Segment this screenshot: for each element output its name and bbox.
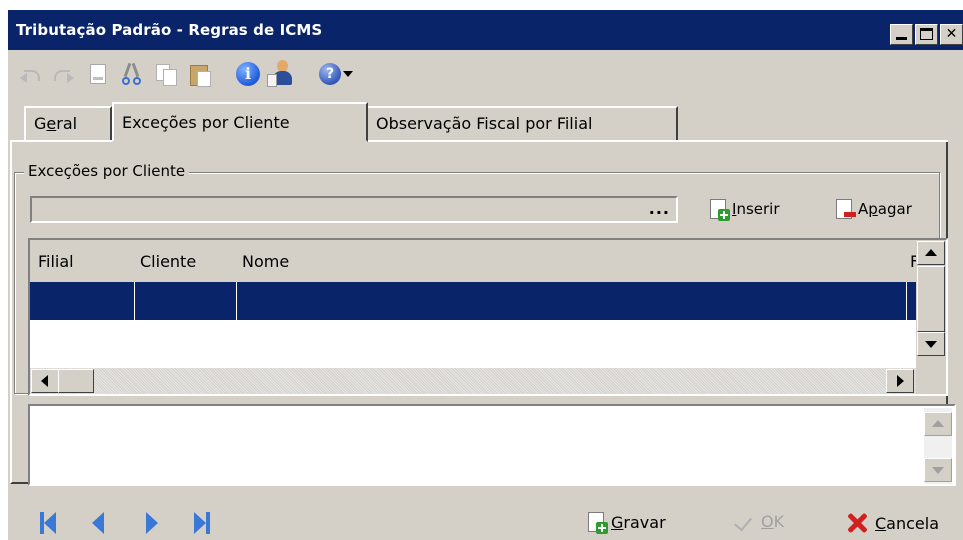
cut-icon: [122, 63, 142, 85]
user-document-button[interactable]: [267, 60, 296, 88]
cancel-button[interactable]: Cancela: [846, 512, 939, 534]
arrow-up-icon: [932, 420, 944, 427]
copy-icon: [156, 64, 177, 86]
scroll-up-button[interactable]: [917, 241, 945, 265]
copy-button[interactable]: [152, 60, 180, 88]
info-button[interactable]: i: [234, 60, 262, 88]
undo-icon: [20, 68, 40, 83]
insert-button[interactable]: Inserir: [710, 199, 780, 221]
help-button[interactable]: ?: [316, 60, 356, 88]
column-header-cliente[interactable]: Cliente: [140, 252, 196, 271]
previous-record-icon: [92, 512, 104, 534]
ok-label: OK: [761, 512, 785, 531]
check-icon: [734, 513, 754, 531]
delete-label: Apagar: [858, 200, 912, 218]
save-button[interactable]: Gravar: [588, 512, 666, 534]
tab-mnemonic: e: [46, 114, 57, 133]
vertical-scrollbar[interactable]: [916, 240, 946, 372]
memo-scroll-up-button[interactable]: [924, 412, 952, 436]
arrow-left-icon: [41, 375, 48, 387]
next-record-icon: [146, 512, 158, 534]
minimize-icon: [896, 37, 907, 40]
column-header-filial[interactable]: Filial: [38, 252, 74, 271]
close-button[interactable]: ✕: [940, 24, 963, 45]
tab-label: Observação Fiscal por Filial: [376, 114, 593, 133]
tab-excecoes-por-cliente[interactable]: Exceções por Cliente: [112, 102, 368, 142]
dropdown-arrow-icon: [343, 71, 353, 77]
new-button[interactable]: [84, 60, 112, 88]
memo-scroll-down-button[interactable]: [924, 458, 952, 482]
lookup-button[interactable]: ...: [649, 199, 670, 218]
redo-button[interactable]: [50, 60, 78, 88]
scroll-corner: [916, 368, 946, 394]
arrow-up-icon: [925, 249, 937, 256]
toolbar: i ?: [8, 50, 963, 98]
vertical-scroll-thumb[interactable]: [917, 266, 945, 332]
window-title: Tributação Padrão - Regras de ICMS: [16, 21, 323, 39]
maximize-icon: [920, 28, 933, 40]
add-document-icon: [710, 199, 730, 221]
paste-button[interactable]: [186, 60, 214, 88]
first-record-button[interactable]: [40, 512, 56, 534]
cut-button[interactable]: [118, 60, 146, 88]
user-document-icon: [267, 60, 295, 88]
exceptions-grid[interactable]: Filial Cliente Nome F: [28, 238, 948, 396]
horizontal-scrollbar[interactable]: [30, 368, 916, 394]
arrow-down-icon: [932, 467, 944, 474]
cancel-label: Cancela: [875, 513, 940, 533]
remove-document-icon: [836, 199, 856, 219]
previous-record-button[interactable]: [92, 512, 108, 534]
last-record-icon: [194, 512, 206, 534]
save-icon: [588, 512, 608, 534]
minimize-button[interactable]: [890, 24, 913, 45]
new-document-icon: [90, 64, 106, 84]
scroll-left-button[interactable]: [31, 369, 59, 393]
close-icon: ✕: [945, 26, 958, 42]
cancel-icon: [846, 512, 868, 534]
tab-geral[interactable]: Geral: [24, 106, 112, 142]
paste-icon: [190, 63, 211, 87]
save-label: Gravar: [611, 512, 666, 532]
title-bar[interactable]: Tributação Padrão - Regras de ICMS ✕: [8, 10, 963, 50]
client-lookup-field[interactable]: ...: [30, 196, 678, 223]
window-controls: ✕: [890, 24, 963, 45]
column-header-nome[interactable]: Nome: [242, 252, 289, 271]
redo-icon: [54, 68, 74, 80]
grid-header: Filial Cliente Nome F: [30, 240, 919, 282]
maximize-button[interactable]: [915, 24, 938, 45]
undo-button[interactable]: [16, 60, 44, 88]
group-legend: Exceções por Cliente: [24, 160, 190, 182]
table-row[interactable]: [30, 282, 916, 320]
help-icon: ?: [319, 63, 341, 85]
horizontal-scroll-thumb[interactable]: [58, 369, 94, 393]
tab-label: ral: [56, 114, 78, 133]
notes-memo[interactable]: [28, 404, 956, 486]
info-icon: i: [236, 62, 260, 86]
next-record-button[interactable]: [146, 512, 162, 534]
tab-label: Exceções por Cliente: [122, 113, 290, 132]
scroll-right-button[interactable]: [886, 369, 914, 393]
memo-scrollbar[interactable]: [924, 408, 952, 484]
arrow-right-icon: [897, 375, 904, 387]
tab-strip: Geral Exceções por Cliente Observação Fi…: [10, 100, 950, 142]
delete-button[interactable]: Apagar: [836, 199, 912, 219]
tab-observacao-fiscal-por-filial[interactable]: Observação Fiscal por Filial: [366, 106, 678, 142]
arrow-down-icon: [925, 341, 937, 348]
insert-label: Inserir: [732, 200, 780, 218]
tab-label: G: [34, 114, 47, 133]
last-record-button[interactable]: [194, 512, 210, 534]
scroll-down-button[interactable]: [917, 332, 945, 356]
ok-button[interactable]: OK: [734, 512, 784, 531]
